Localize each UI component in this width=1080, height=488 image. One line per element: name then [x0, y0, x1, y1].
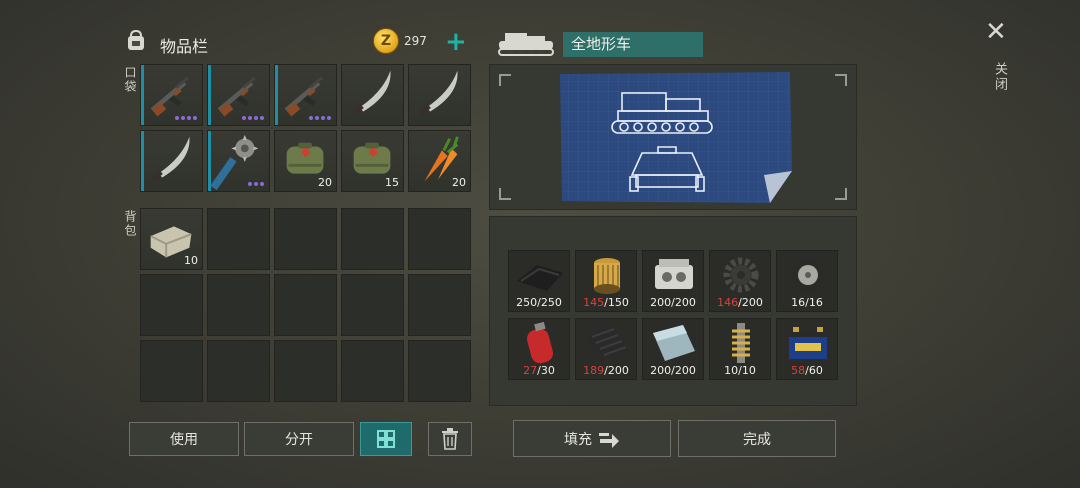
complete-button[interactable]: 完成	[678, 420, 836, 457]
item-quantity: 20	[452, 176, 466, 189]
fill-button[interactable]: 填充	[513, 420, 671, 457]
vehicle-name: 全地形车	[563, 32, 703, 57]
engine-block-icon	[655, 259, 693, 289]
pocket-slot[interactable]: 15	[341, 130, 404, 192]
vehicle-blueprint-image	[560, 72, 792, 203]
material-count: 250/250	[516, 296, 562, 309]
inventory-title: 物品栏	[160, 37, 209, 56]
steel-plate-icon	[653, 325, 695, 361]
vehicle-category-icon	[497, 30, 555, 58]
close-label[interactable]: 关闭	[990, 62, 1009, 92]
material-count: 146/200	[717, 296, 763, 309]
material-slot[interactable]: 146/200	[709, 250, 771, 312]
close-icon[interactable]: ✕	[985, 18, 1007, 46]
material-slot[interactable]: 10/10	[709, 318, 771, 380]
material-count: 200/200	[650, 364, 696, 377]
backpack-slot[interactable]	[207, 340, 270, 402]
backpack-slot[interactable]	[140, 340, 203, 402]
rarity-dots	[248, 182, 264, 186]
pocket-slot[interactable]	[274, 64, 337, 126]
pocket-slot[interactable]: 20	[408, 130, 471, 192]
backpack-slot[interactable]	[274, 340, 337, 402]
backpack-slot[interactable]	[341, 340, 404, 402]
car-battery-icon	[789, 327, 827, 359]
coin-icon: Z	[373, 28, 399, 54]
rubber-sheet-icon	[586, 325, 628, 361]
gear-icon	[723, 257, 759, 293]
trash-icon	[442, 428, 458, 450]
fill-arrow-icon	[599, 432, 619, 448]
pocket-label: 口袋	[123, 66, 137, 94]
leather-icon	[517, 265, 563, 291]
rarity-dots	[175, 116, 197, 120]
wheel-icon	[791, 258, 825, 292]
item-quantity: 15	[385, 176, 399, 189]
material-slot[interactable]: 189/200	[575, 318, 637, 380]
trash-button[interactable]	[428, 422, 472, 456]
backpack-grid: 10	[140, 208, 471, 402]
pocket-slot[interactable]	[341, 64, 404, 126]
pocket-slot[interactable]	[140, 64, 203, 126]
backpack-slot[interactable]	[408, 274, 471, 336]
use-button[interactable]: 使用	[129, 422, 239, 456]
material-count: 10/10	[724, 364, 756, 377]
material-slot[interactable]: 27/30	[508, 318, 570, 380]
gas-cylinder-icon	[526, 321, 554, 364]
use-button-label: 使用	[170, 432, 198, 448]
backpack-slot[interactable]	[341, 274, 404, 336]
pocket-slot[interactable]	[140, 130, 203, 192]
split-button[interactable]: 分开	[244, 422, 354, 456]
blueprint-panel	[489, 64, 857, 210]
backpack-slot[interactable]	[274, 274, 337, 336]
material-slot[interactable]: 200/200	[642, 250, 704, 312]
machete-icon	[351, 70, 391, 116]
grid-view-icon	[377, 430, 395, 448]
material-slot[interactable]: 145/150	[575, 250, 637, 312]
complete-button-label: 完成	[743, 431, 771, 448]
grid-view-button[interactable]	[360, 422, 412, 456]
material-slot[interactable]: 200/200	[642, 318, 704, 380]
backpack-slot[interactable]	[207, 274, 270, 336]
coin-count: 297	[404, 34, 427, 48]
material-count: 58/60	[791, 364, 823, 377]
material-count: 145/150	[583, 296, 629, 309]
pocket-slot[interactable]	[408, 64, 471, 126]
item-quantity: 20	[318, 176, 332, 189]
backpack-slot[interactable]	[341, 208, 404, 270]
pocket-grid: 20 15 20	[140, 64, 471, 192]
split-button-label: 分开	[285, 432, 313, 448]
material-count: 189/200	[583, 364, 629, 377]
backpack-icon	[124, 28, 148, 52]
backpack-slot[interactable]	[408, 208, 471, 270]
coin-symbol: Z	[380, 33, 392, 49]
backpack-slot[interactable]	[274, 208, 337, 270]
backpack-label: 背包	[123, 210, 137, 238]
material-slot[interactable]: 250/250	[508, 250, 570, 312]
backpack-slot[interactable]	[408, 340, 471, 402]
pocket-slot[interactable]	[207, 130, 270, 192]
machete-icon	[150, 136, 190, 182]
spring-shock-icon	[732, 323, 750, 363]
add-coins-button[interactable]: +	[445, 29, 467, 55]
pocket-slot[interactable]: 20	[274, 130, 337, 192]
machete-icon	[418, 70, 458, 116]
backpack-slot[interactable]	[207, 208, 270, 270]
backpack-slot[interactable]: 10	[140, 208, 203, 270]
fill-button-label: 填充	[564, 431, 592, 448]
material-count: 200/200	[650, 296, 696, 309]
material-count: 16/16	[791, 296, 823, 309]
pocket-slot[interactable]	[207, 64, 270, 126]
material-slot[interactable]: 58/60	[776, 318, 838, 380]
oil-filter-icon	[594, 258, 620, 294]
rarity-dots	[309, 116, 331, 120]
material-slot[interactable]: 16/16	[776, 250, 838, 312]
rarity-dots	[242, 116, 264, 120]
backpack-slot[interactable]	[140, 274, 203, 336]
item-quantity: 10	[184, 254, 198, 267]
materials-panel: 250/250 145/150 200/200 146/200 16/16 27…	[489, 216, 857, 406]
material-count: 27/30	[523, 364, 555, 377]
